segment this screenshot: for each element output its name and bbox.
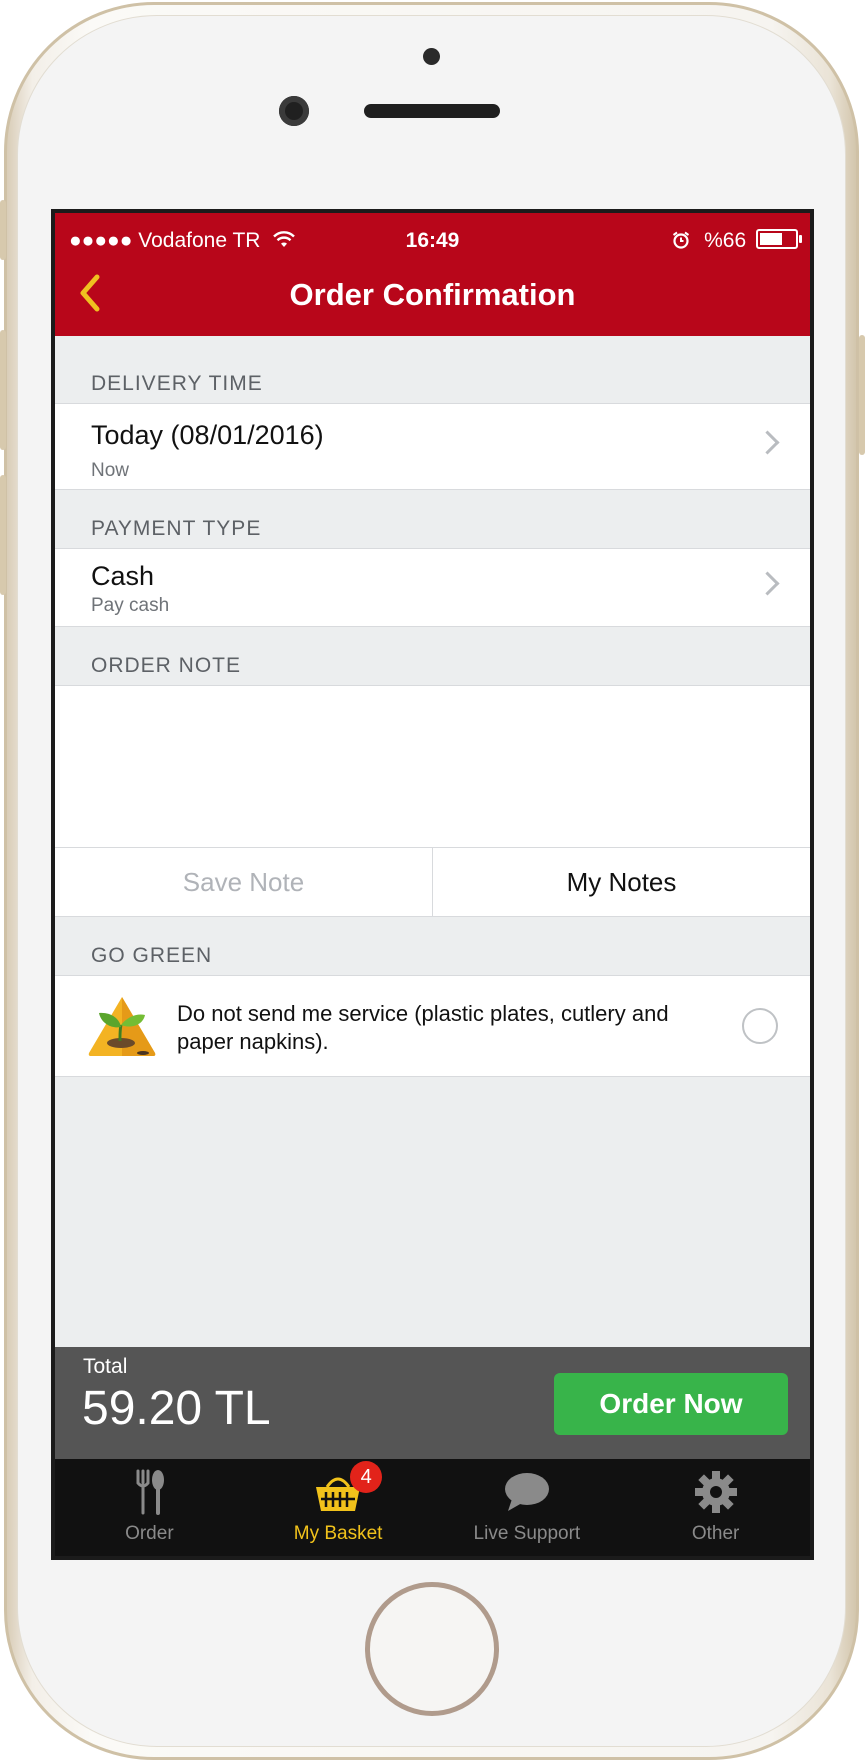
go-green-leaf-icon: [88, 997, 156, 1056]
basket-count-badge: 4: [350, 1461, 383, 1493]
total-bar: Total 59.20 TL Order Now: [55, 1347, 810, 1459]
tab-bar: Order 4 My Basket Live Support Other: [55, 1459, 810, 1556]
my-notes-button[interactable]: My Notes: [433, 848, 810, 916]
tab-other-label: Other: [691, 1523, 740, 1544]
chevron-right-icon: [755, 430, 780, 455]
total-label: Total: [83, 1355, 128, 1378]
tab-my-basket-label: My Basket: [293, 1523, 383, 1544]
payment-type-header: PAYMENT TYPE: [55, 490, 810, 549]
order-now-button[interactable]: Order Now: [554, 1373, 788, 1435]
alarm-icon: [673, 231, 690, 249]
tab-other[interactable]: Other: [621, 1459, 810, 1556]
power-button: [859, 335, 865, 455]
mute-switch: [0, 200, 6, 260]
go-green-header: GO GREEN: [55, 917, 810, 976]
proximity-sensor: [423, 48, 440, 65]
volume-up-button: [0, 330, 6, 450]
order-form: DELIVERY TIME Today (08/01/2016) Now PAY…: [55, 336, 810, 1077]
total-amount: 59.20 TL: [82, 1382, 271, 1435]
go-green-text: Do not send me service (plastic plates, …: [177, 1001, 669, 1054]
note-actions: Save Note My Notes: [55, 848, 810, 917]
fork-spoon-icon: [136, 1469, 165, 1515]
go-green-radio[interactable]: [742, 1008, 778, 1044]
front-camera: [279, 96, 309, 126]
chevron-right-icon: [755, 571, 780, 596]
chat-bubble-icon: [504, 1473, 549, 1511]
battery-icon: [756, 229, 802, 249]
delivery-time-value: Today (08/01/2016): [91, 420, 324, 450]
home-button[interactable]: [365, 1582, 499, 1716]
volume-down-button: [0, 475, 6, 595]
order-note-textarea[interactable]: [55, 686, 810, 848]
gear-icon: [694, 1471, 737, 1513]
status-right: %66: [672, 229, 802, 253]
status-bar: ●●●●● Vodafone TR 16:49 %66: [55, 227, 810, 257]
order-note-header: ORDER NOTE: [55, 627, 810, 686]
earpiece-speaker: [364, 104, 500, 118]
app-screen: ●●●●● Vodafone TR 16:49 %66 Order Confir…: [51, 209, 814, 1560]
go-green-row[interactable]: Do not send me service (plastic plates, …: [55, 976, 810, 1077]
payment-type-detail: Pay cash: [91, 595, 170, 616]
navigation-bar: ●●●●● Vodafone TR 16:49 %66 Order Confir…: [55, 213, 810, 336]
payment-type-value: Cash: [91, 561, 155, 591]
delivery-time-header: DELIVERY TIME: [55, 336, 810, 404]
delivery-time-row[interactable]: Today (08/01/2016) Now: [55, 404, 810, 490]
save-note-button[interactable]: Save Note: [55, 848, 433, 916]
tab-live-support-label: Live Support: [473, 1523, 581, 1544]
delivery-time-detail: Now: [91, 460, 130, 481]
page-title: Order Confirmation: [289, 277, 576, 312]
tab-live-support[interactable]: Live Support: [433, 1459, 622, 1556]
tab-order-label: Order: [125, 1523, 174, 1544]
tab-order[interactable]: Order: [55, 1459, 244, 1556]
tab-my-basket[interactable]: 4 My Basket: [244, 1459, 433, 1556]
payment-type-row[interactable]: Cash Pay cash: [55, 549, 810, 627]
battery-percent: %66: [704, 229, 747, 252]
